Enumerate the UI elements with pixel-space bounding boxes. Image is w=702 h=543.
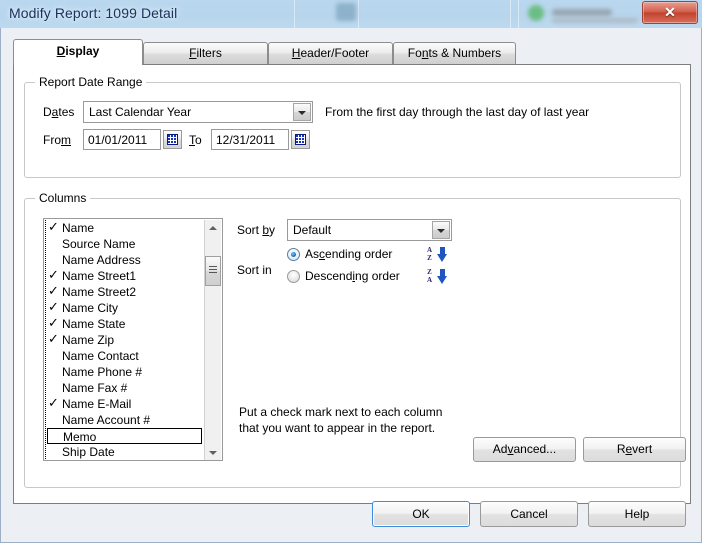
column-list-item[interactable]: Name Account # <box>46 412 205 428</box>
column-list-item[interactable]: Memo <box>47 428 202 444</box>
title-bar: Modify Report: 1099 Detail ✕ <box>0 0 702 28</box>
column-list-item[interactable]: ✓ Name Street1 <box>46 268 205 284</box>
column-list-item[interactable]: ✓ Name State <box>46 316 205 332</box>
report-date-range-group: Report Date Range Dates Last Calendar Ye… <box>24 75 681 178</box>
calendar-icon <box>295 134 306 145</box>
column-list-item[interactable]: ✓ Name Street2 <box>46 284 205 300</box>
from-calendar-button[interactable] <box>163 130 182 149</box>
column-list-item-label: Name City <box>62 301 119 315</box>
to-label: To <box>189 133 202 147</box>
radio-dot <box>287 270 300 283</box>
column-list-item-label: Name Phone # <box>62 365 143 379</box>
ok-button[interactable]: OK <box>372 501 470 527</box>
to-calendar-button[interactable] <box>291 130 310 149</box>
column-list-item[interactable]: Name Contact <box>46 348 205 364</box>
dates-label: Dates <box>43 105 75 119</box>
help-button[interactable]: Help <box>588 501 686 527</box>
radio-dot <box>287 248 300 261</box>
column-list-item-label: Ship Date <box>62 445 115 459</box>
sort-az-letters: A Z <box>426 246 433 262</box>
tab-display[interactable]: Display <box>13 39 143 65</box>
column-list-item[interactable]: ✓ Name <box>46 220 205 236</box>
cancel-button[interactable]: Cancel <box>480 501 578 527</box>
column-list-item-label: Source Name <box>62 237 136 251</box>
column-list-item-label: Name Address <box>62 253 141 267</box>
check-icon: ✓ <box>48 220 59 235</box>
advanced-button[interactable]: Advanced... <box>473 437 576 462</box>
check-icon: ✓ <box>48 268 59 283</box>
check-icon: ✓ <box>48 316 59 331</box>
columns-legend: Columns <box>35 191 91 205</box>
sort-za-letters: Z A <box>426 268 433 284</box>
tab-filters-label: Filters <box>189 46 222 60</box>
column-list-item-label: Name E-Mail <box>62 397 132 411</box>
columns-hint-text: Put a check mark next to each column tha… <box>239 405 443 435</box>
sort-by-value: Default <box>293 223 332 237</box>
column-list-item-label: Name Street2 <box>62 285 137 299</box>
column-list-item[interactable]: Ship Date <box>46 444 205 460</box>
to-date-input[interactable] <box>211 129 289 150</box>
columns-list-items: ✓ Name Source Name Name Address ✓ Name Street… <box>45 220 205 460</box>
column-list-item[interactable]: Name Phone # <box>46 364 205 380</box>
column-list-item[interactable]: Name Address <box>46 252 205 268</box>
chevron-down-icon[interactable] <box>432 221 450 239</box>
dates-preset-value: Last Calendar Year <box>89 105 192 119</box>
descending-order-label: Descending order <box>305 269 400 283</box>
sort-ascending-icon: A Z <box>425 246 449 263</box>
column-list-item-label: Name State <box>62 317 126 331</box>
check-icon: ✓ <box>48 300 59 315</box>
tab-header-footer[interactable]: Header/Footer <box>268 42 393 64</box>
column-list-item[interactable]: ✓ Name Zip <box>46 332 205 348</box>
tab-filters[interactable]: Filters <box>143 42 268 64</box>
column-list-item[interactable]: ✓ Name City <box>46 300 205 316</box>
tab-display-label: Display <box>56 44 100 58</box>
sort-by-label: Sort by <box>237 223 276 237</box>
columns-listbox[interactable]: ✓ Name Source Name Name Address ✓ Name Street… <box>43 218 223 461</box>
column-list-item-label: Name Fax # <box>62 381 128 395</box>
calendar-icon <box>167 134 178 145</box>
tab-fonts-numbers[interactable]: Fonts & Numbers <box>393 42 516 64</box>
scroll-up-icon[interactable] <box>205 220 221 237</box>
check-icon: ✓ <box>48 332 59 347</box>
window-title: Modify Report: 1099 Detail <box>9 5 178 21</box>
scroll-down-icon[interactable] <box>205 444 221 460</box>
column-list-item-label: Name Account # <box>62 413 151 427</box>
close-icon: ✕ <box>664 4 676 20</box>
column-list-item-label: Name Zip <box>62 333 115 347</box>
down-arrow-icon <box>437 247 448 262</box>
tab-strip: Display Filters Header/Footer Fonts & Nu… <box>13 39 693 65</box>
close-button[interactable]: ✕ <box>642 1 698 24</box>
column-list-item-label: Memo <box>63 430 97 444</box>
down-arrow-icon <box>437 269 448 284</box>
scrollbar-thumb[interactable] <box>205 256 221 286</box>
sort-descending-icon: Z A <box>425 268 449 285</box>
from-date-input[interactable] <box>83 129 161 150</box>
revert-button[interactable]: Revert <box>583 437 686 462</box>
modify-report-dialog: Display Filters Header/Footer Fonts & Nu… <box>0 28 702 543</box>
chevron-down-icon[interactable] <box>293 103 311 121</box>
column-list-item-label: Name Contact <box>62 349 139 363</box>
date-range-description: From the first day through the last day … <box>325 105 590 119</box>
tab-header-footer-label: Header/Footer <box>291 46 370 60</box>
columns-group: Columns ✓ Name Source Name Name Address ✓ Nam… <box>24 191 686 488</box>
sort-in-label: Sort in <box>237 263 272 277</box>
column-list-item[interactable]: Name Fax # <box>46 380 205 396</box>
columns-scrollbar[interactable] <box>204 220 221 460</box>
display-tab-panel: Report Date Range Dates Last Calendar Ye… <box>13 64 691 504</box>
column-list-item-label: Name <box>62 221 95 235</box>
check-icon: ✓ <box>48 396 59 411</box>
dates-preset-select[interactable]: Last Calendar Year <box>83 101 313 123</box>
column-list-item[interactable]: ✓ Name E-Mail <box>46 396 205 412</box>
from-label: From <box>43 133 71 147</box>
ascending-order-label: Ascending order <box>305 247 393 261</box>
tab-fonts-numbers-label: Fonts & Numbers <box>407 46 502 60</box>
column-list-item[interactable]: Source Name <box>46 236 205 252</box>
check-icon: ✓ <box>48 284 59 299</box>
sort-by-select[interactable]: Default <box>287 219 452 241</box>
column-list-item-label: Name Street1 <box>62 269 137 283</box>
report-date-range-legend: Report Date Range <box>35 75 147 89</box>
